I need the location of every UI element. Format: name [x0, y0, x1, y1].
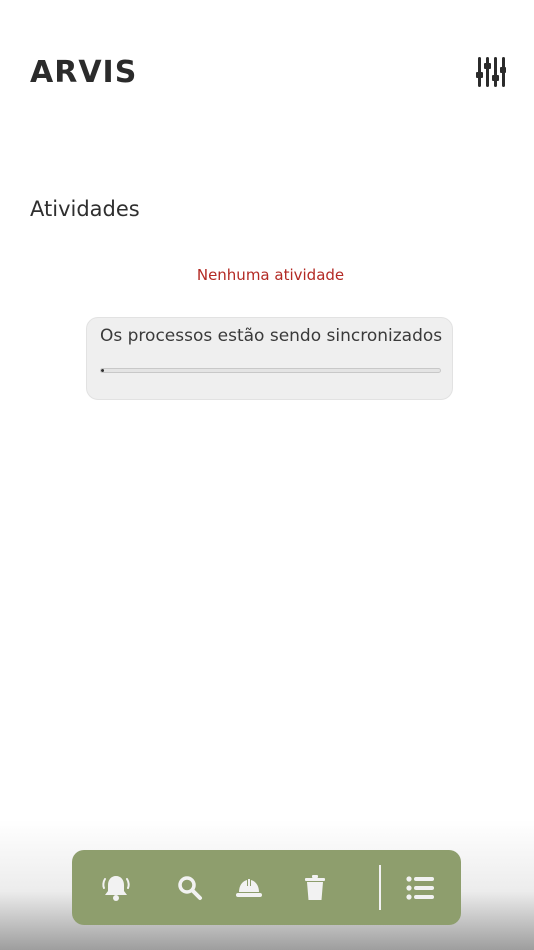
sync-status-card: Os processos estão sendo sincronizados: [86, 317, 453, 400]
empty-activities-message: Nenhuma atividade: [196, 266, 345, 284]
sync-progress-fill: [101, 369, 105, 372]
list-menu-button[interactable]: [400, 868, 440, 908]
alerts-button[interactable]: [96, 868, 136, 908]
bell-ringing-icon: [102, 876, 130, 901]
safety-button[interactable]: [229, 868, 269, 908]
filter-button[interactable]: [476, 56, 506, 88]
sync-progress-bar: [100, 368, 441, 373]
delete-button[interactable]: [295, 868, 335, 908]
trash-icon: [305, 875, 325, 900]
nav-divider: [379, 865, 381, 910]
app-title: ARVIS: [30, 54, 138, 90]
sliders-icon: [476, 57, 506, 87]
search-icon: [178, 876, 202, 900]
section-title-activities: Atividades: [30, 197, 140, 221]
bottom-navigation-bar: [72, 850, 461, 925]
list-icon: [406, 876, 434, 900]
sync-status-text: Os processos estão sendo sincronizados: [100, 326, 443, 346]
hard-hat-icon: [236, 879, 262, 897]
search-button[interactable]: [170, 868, 210, 908]
app-header: ARVIS: [30, 50, 506, 94]
